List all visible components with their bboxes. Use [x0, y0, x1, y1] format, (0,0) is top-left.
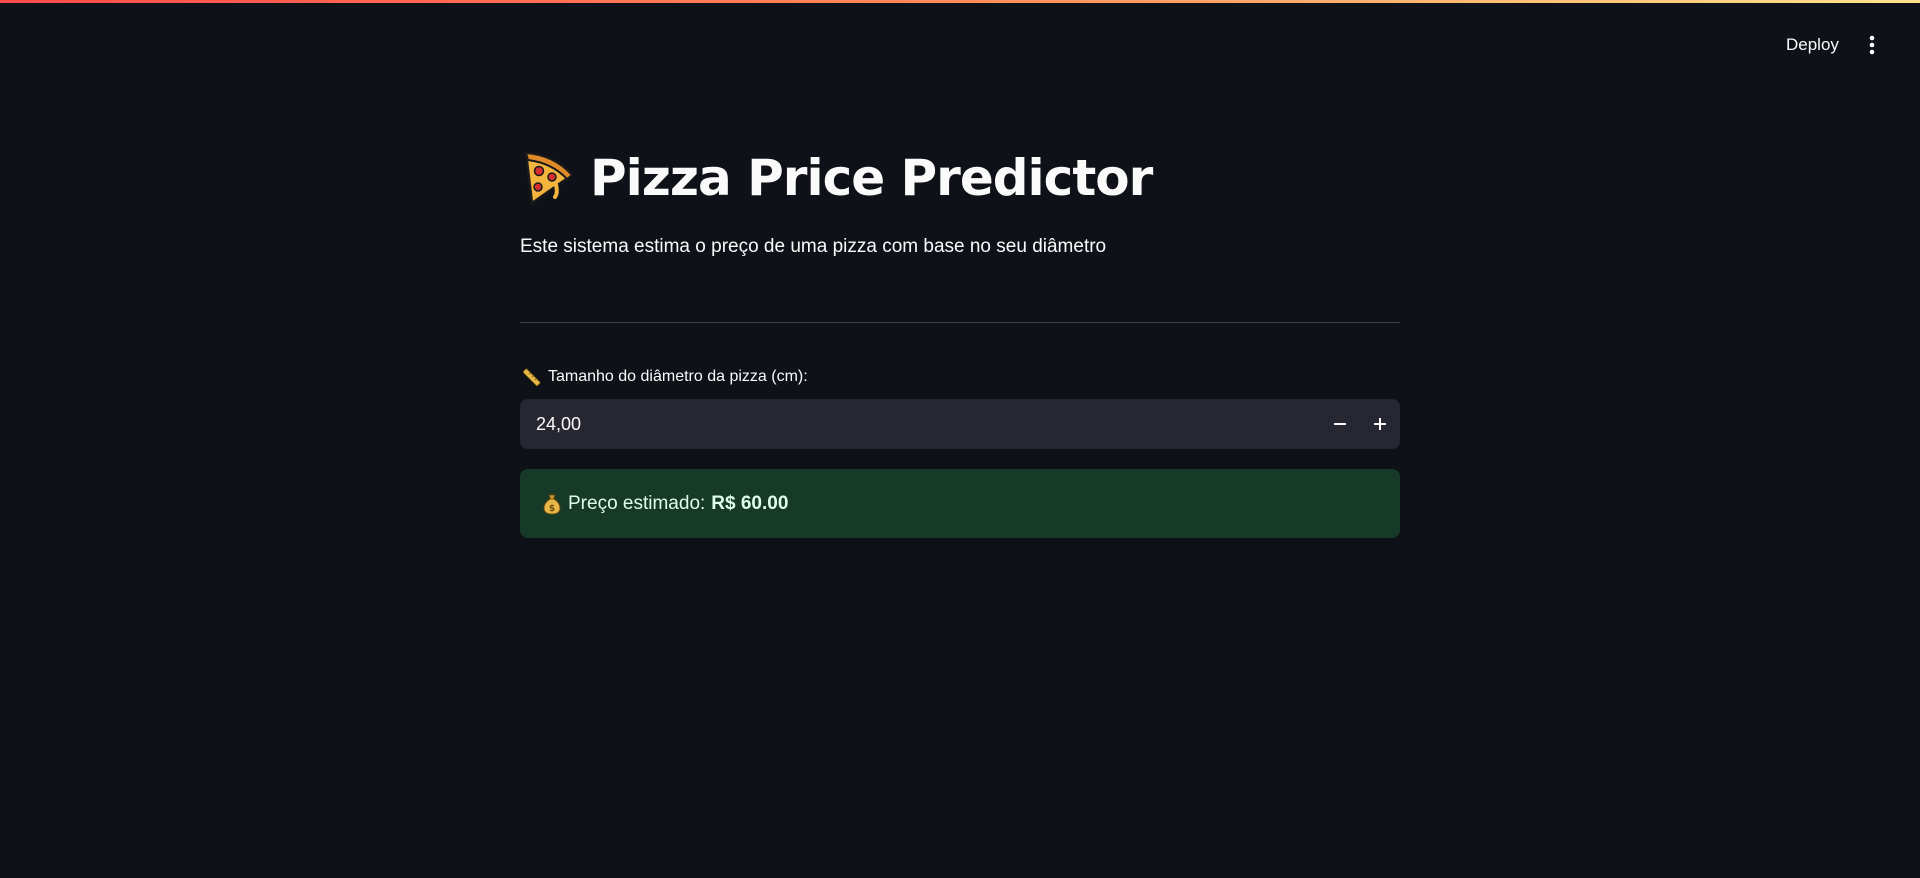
svg-text:$: $	[549, 504, 555, 514]
page-title: Pizza Price Predictor	[590, 149, 1153, 207]
price-result-alert: $ Preço estimado: R$ 60.00	[520, 469, 1400, 538]
increment-button[interactable]	[1360, 399, 1400, 449]
price-value: R$ 60.00	[711, 492, 789, 514]
decrement-button[interactable]	[1320, 399, 1360, 449]
money-bag-icon: $	[543, 494, 561, 514]
pizza-icon	[524, 151, 574, 205]
page-description: Este sistema estima o preço de uma pizza…	[520, 236, 1107, 257]
deploy-button[interactable]: Deploy	[1774, 28, 1851, 62]
diameter-number-input	[520, 399, 1400, 449]
ruler-icon	[523, 368, 541, 386]
price-result-content: $ Preço estimado: R$ 60.00	[542, 493, 788, 515]
diameter-label-text: Tamanho do diâmetro da pizza (cm):	[548, 368, 808, 385]
main-menu-button[interactable]	[1858, 28, 1886, 62]
title-row: Pizza Price Predictor	[520, 140, 1153, 216]
price-label: Preço estimado:	[568, 492, 706, 514]
vertical-dots-icon	[1869, 35, 1875, 55]
diameter-input[interactable]	[520, 399, 1320, 449]
header: Deploy	[0, 0, 1920, 90]
diameter-field-label: Tamanho do diâmetro da pizza (cm):	[523, 368, 808, 386]
plus-icon	[1374, 418, 1386, 430]
app: Deploy Pizza Price Predictor Este sistem…	[0, 0, 1920, 878]
divider	[520, 322, 1400, 323]
minus-icon	[1334, 423, 1346, 425]
